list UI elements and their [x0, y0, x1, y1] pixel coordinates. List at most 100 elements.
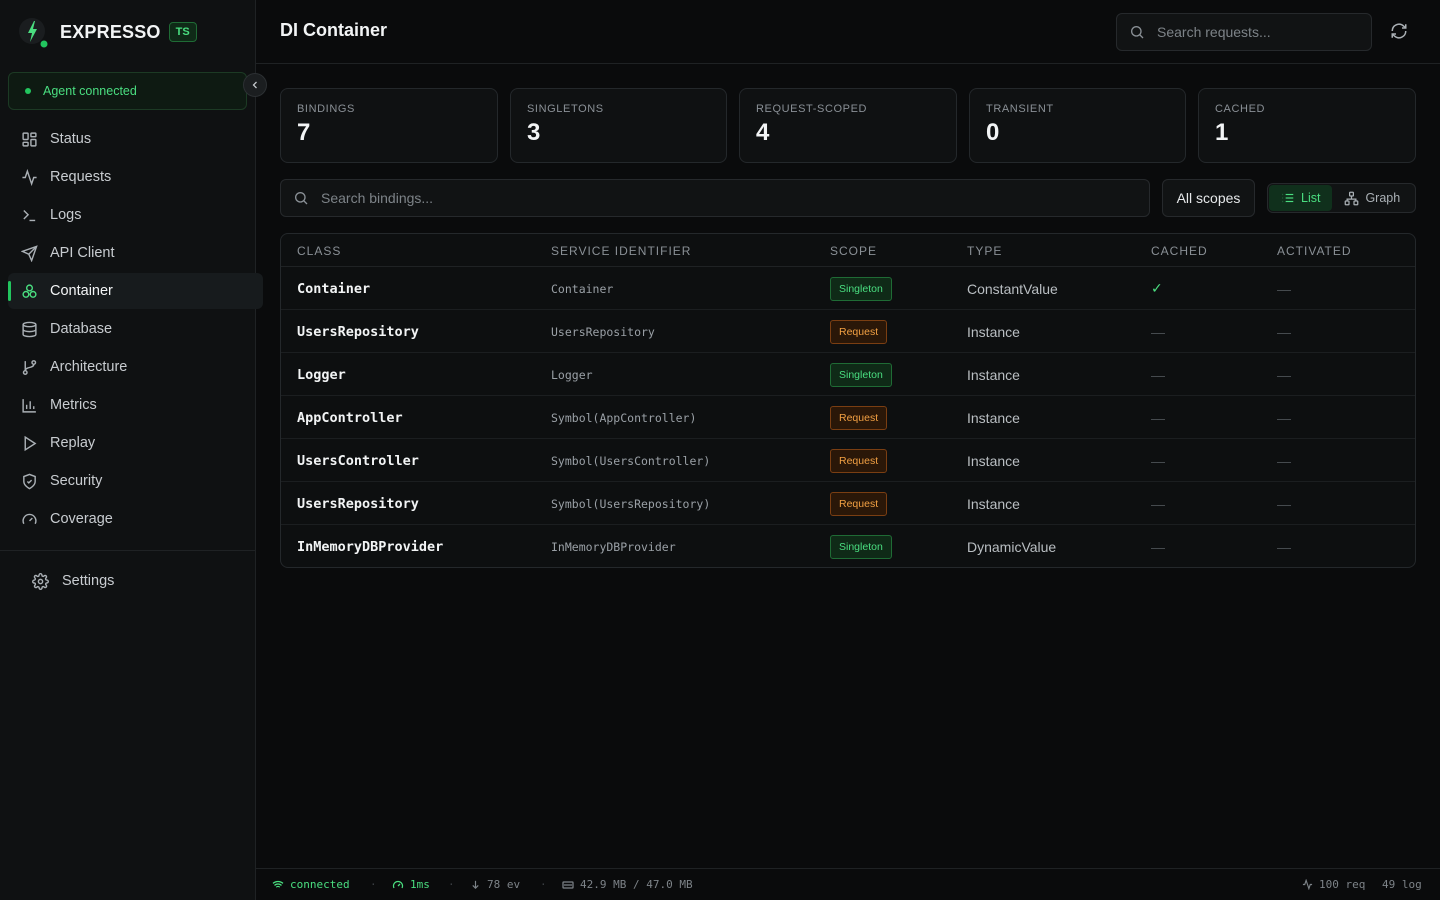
git-branch-icon	[20, 358, 38, 376]
sidebar-item-replay[interactable]: Replay	[8, 425, 263, 461]
request-count-label: 100 req	[1319, 878, 1366, 891]
table-row[interactable]: InMemoryDBProvider InMemoryDBProvider Sing…	[281, 525, 1415, 567]
memory-label: 42.9 MB / 47.0 MB	[580, 878, 693, 891]
column-header-activated[interactable]: ACTIVATED	[1277, 244, 1352, 258]
cell-type-text: Instance	[967, 366, 1020, 383]
sidebar-item-security[interactable]: Security	[8, 463, 263, 499]
latency-label: 1ms	[410, 878, 430, 891]
shield-icon	[20, 472, 38, 490]
cell-class-text: Logger	[297, 366, 346, 383]
cell-scope: Request	[830, 310, 888, 353]
cell-class: UsersController	[297, 439, 419, 482]
table-row[interactable]: AppController Symbol(AppController) Reques…	[281, 396, 1415, 439]
sidebar-item-settings[interactable]: Settings	[20, 563, 240, 599]
cell-cached: —	[1151, 525, 1165, 567]
column-header-class[interactable]: CLASS	[297, 244, 341, 258]
agent-status-label: Agent connected	[43, 84, 137, 98]
cell-scope: Singleton	[830, 525, 892, 567]
language-badge: TS	[168, 22, 197, 42]
cell-service-identifier: Symbol(UsersRepository)	[551, 482, 710, 525]
scope-badge: Singleton	[830, 362, 892, 387]
events-label: 78 ev	[487, 878, 521, 891]
table-header: CLASS SERVICE IDENTIFIER SCOPE TYPE CACH…	[281, 234, 1415, 267]
cell-cached: ✓	[1151, 267, 1163, 310]
sidebar-item-architecture[interactable]: Architecture	[8, 349, 263, 385]
table-row[interactable]: UsersRepository UsersRepository Request Ins…	[281, 310, 1415, 353]
log-count-label: 49 log	[1382, 878, 1422, 891]
column-header-service-identifier[interactable]: SERVICE IDENTIFIER	[551, 244, 691, 258]
latency: 1ms	[392, 878, 430, 891]
bindings-table: CLASS SERVICE IDENTIFIER SCOPE TYPE CACH…	[280, 233, 1416, 568]
empty-value: —	[1277, 323, 1291, 340]
cell-service-identifier: UsersRepository	[551, 310, 655, 353]
empty-value: —	[1151, 495, 1165, 512]
logo-icon	[18, 16, 48, 48]
empty-value: —	[1277, 409, 1291, 426]
sidebar-nav: Status Requests Logs API Client Containe…	[8, 121, 263, 539]
terminal-icon	[20, 206, 38, 224]
brand[interactable]: EXPRESSO TS	[18, 16, 197, 48]
cell-activated: —	[1277, 310, 1291, 353]
refresh-button[interactable]	[1388, 20, 1410, 42]
sidebar-item-database[interactable]: Database	[8, 311, 263, 347]
sidebar-item-requests[interactable]: Requests	[8, 159, 263, 195]
table-row[interactable]: Container Container Singleton ConstantValue…	[281, 267, 1415, 310]
cell-cached: —	[1151, 353, 1165, 396]
sidebar-item-label: Status	[50, 131, 92, 147]
column-header-type[interactable]: TYPE	[967, 244, 1002, 258]
empty-value: —	[1151, 538, 1165, 555]
gear-icon	[32, 572, 50, 590]
scope-badge: Request	[830, 448, 888, 473]
gauge-icon	[20, 510, 38, 528]
empty-value: —	[1151, 452, 1165, 469]
connection-status: connected	[272, 878, 350, 891]
sidebar-item-label: Database	[50, 321, 113, 337]
view-list-button[interactable]: List	[1269, 185, 1333, 211]
sidebar-item-metrics[interactable]: Metrics	[8, 387, 263, 423]
cell-type-text: DynamicValue	[967, 538, 1057, 555]
column-header-cached[interactable]: CACHED	[1151, 244, 1208, 258]
cell-scope: Singleton	[830, 353, 892, 396]
stat-value: 3	[527, 119, 541, 146]
search-requests[interactable]	[1116, 13, 1372, 51]
request-count: 100 req	[1302, 878, 1365, 891]
cell-type: Instance	[967, 310, 1020, 353]
cell-class-text: AppController	[297, 409, 403, 426]
empty-value: —	[1151, 366, 1165, 383]
cell-cached: —	[1151, 482, 1165, 525]
cell-type-text: Instance	[967, 495, 1020, 512]
sidebar-item-label: Container	[50, 283, 113, 299]
sidebar-item-coverage[interactable]: Coverage	[8, 501, 263, 537]
search-icon	[293, 190, 309, 206]
cell-service-identifier-text: Symbol(UsersController)	[551, 453, 711, 468]
scope-badge: Singleton	[830, 276, 892, 301]
empty-value: —	[1151, 409, 1165, 426]
table-row[interactable]: UsersRepository Symbol(UsersRepository) Re…	[281, 482, 1415, 525]
check-icon: ✓	[1151, 280, 1163, 296]
cell-activated: —	[1277, 267, 1291, 310]
sidebar-item-container[interactable]: Container	[8, 273, 263, 309]
status-bar: connected · 1ms · 78 ev · 42.9 MB / 47.0…	[256, 868, 1440, 900]
search-bindings-input[interactable]	[321, 190, 1121, 206]
collapse-sidebar-button[interactable]	[243, 73, 267, 97]
search-icon	[1129, 24, 1145, 40]
stat-label: REQUEST-SCOPED	[756, 103, 868, 115]
sidebar-item-api-client[interactable]: API Client	[8, 235, 263, 271]
cell-type-text: Instance	[967, 409, 1020, 426]
sidebar-item-logs[interactable]: Logs	[8, 197, 263, 233]
cell-service-identifier: InMemoryDBProvider	[551, 525, 676, 567]
cell-type: Instance	[967, 482, 1020, 525]
cell-type: Instance	[967, 353, 1020, 396]
column-header-scope[interactable]: SCOPE	[830, 244, 877, 258]
view-graph-button[interactable]: Graph	[1332, 185, 1412, 211]
stat-value: 1	[1215, 119, 1229, 146]
search-requests-input[interactable]	[1157, 24, 1357, 40]
cell-type: ConstantValue	[967, 267, 1058, 310]
scope-select[interactable]: All scopes	[1162, 179, 1255, 217]
cell-class: UsersRepository	[297, 310, 419, 353]
table-row[interactable]: Logger Logger Singleton Instance — —	[281, 353, 1415, 396]
table-row[interactable]: UsersController Symbol(UsersController) Re…	[281, 439, 1415, 482]
search-bindings[interactable]	[280, 179, 1150, 217]
sidebar-item-status[interactable]: Status	[8, 121, 263, 157]
sidebar: EXPRESSO TS Agent connected Status Reque…	[0, 0, 263, 900]
